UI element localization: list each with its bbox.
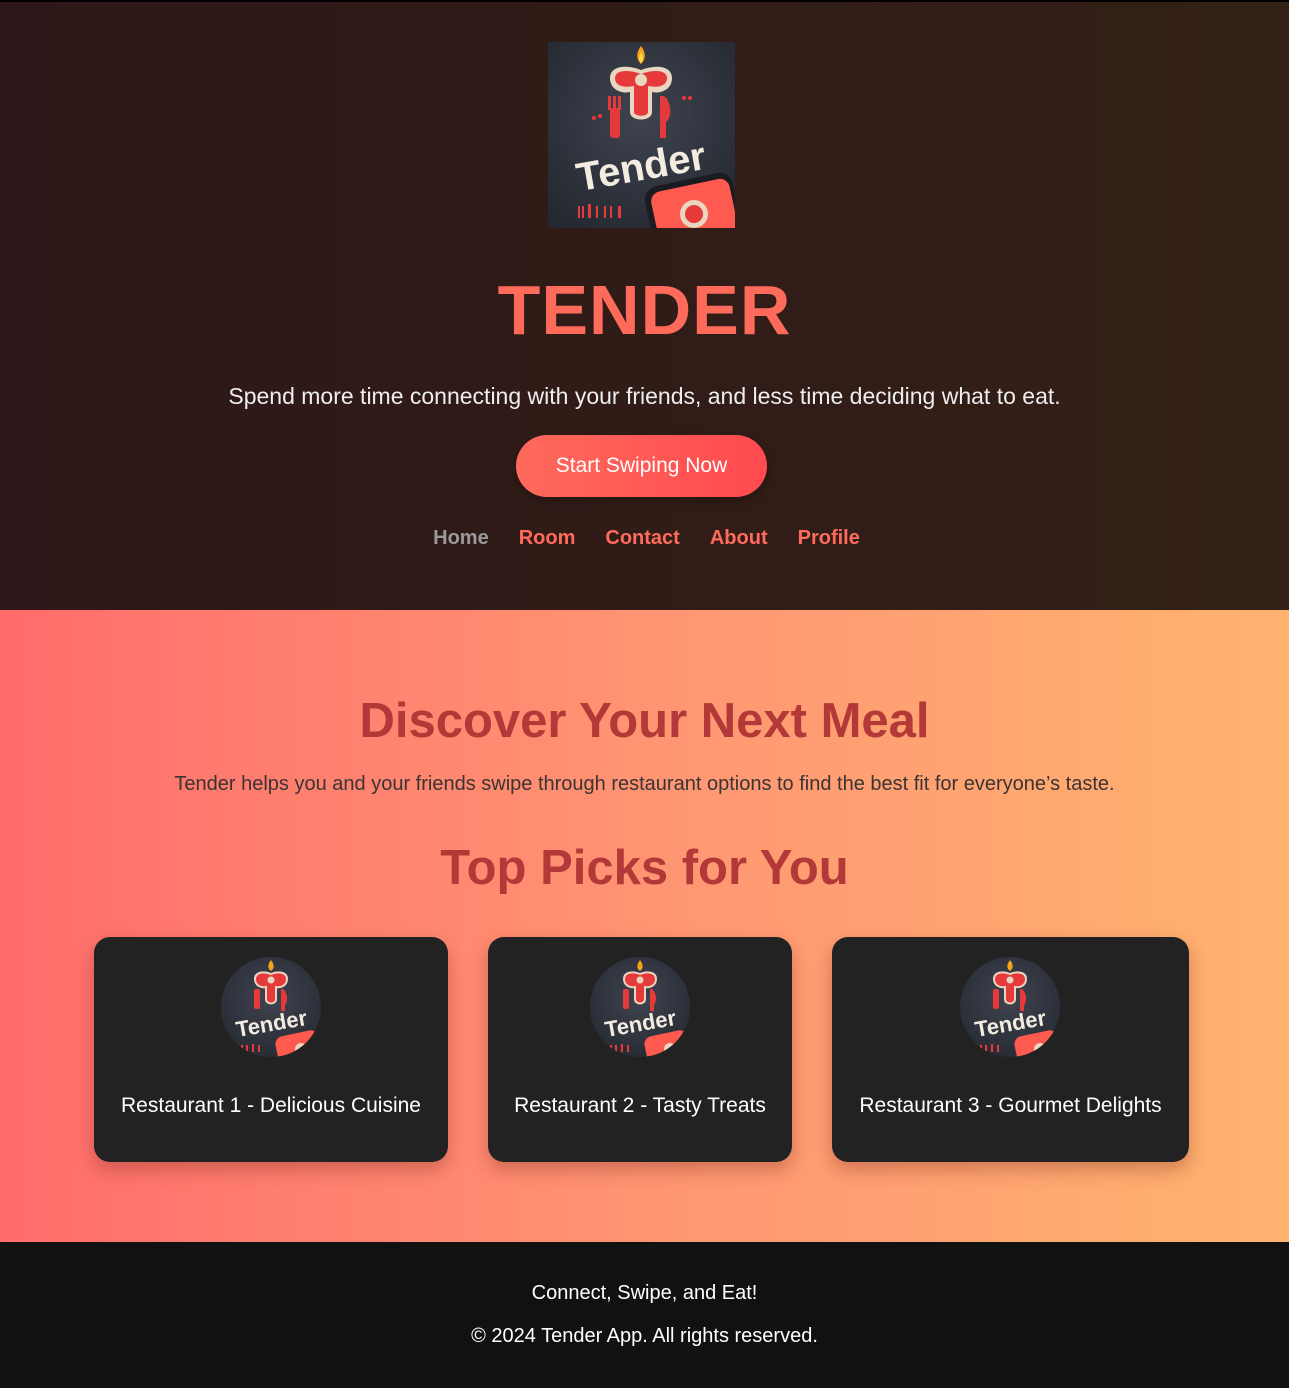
restaurant-logo: Tender (590, 957, 690, 1057)
restaurant-logo: Tender (960, 957, 1060, 1057)
tender-logo-icon: Tender (234, 960, 321, 1057)
nav-about[interactable]: About (710, 527, 768, 550)
restaurant-name: Restaurant 3 - Gourmet Delights (859, 1094, 1162, 1117)
restaurant-name: Restaurant 1 - Delicious Cuisine (121, 1094, 421, 1117)
tender-logo-icon: Tender (573, 46, 735, 228)
restaurant-logo: Tender (221, 957, 321, 1057)
restaurant-name: Restaurant 2 - Tasty Treats (514, 1094, 766, 1117)
footer-slogan: Connect, Swipe, and Eat! (531, 1282, 758, 1304)
tender-logo: Tender (548, 42, 735, 228)
hero-tagline: Spend more time connecting with your fri… (228, 383, 1061, 409)
tender-logo-icon: Tender (973, 960, 1060, 1057)
nav-contact[interactable]: Contact (605, 527, 679, 550)
restaurant-card[interactable]: Tender Restaurant 3 - Gourmet Delights (832, 937, 1189, 1162)
nav-home[interactable]: Home (433, 527, 489, 550)
start-swiping-button[interactable]: Start Swiping Now (516, 435, 767, 497)
footer-copyright: © 2024 Tender App. All rights reserved. (471, 1325, 818, 1347)
nav-room[interactable]: Room (519, 527, 576, 550)
discover-section: Discover Your Next Meal Tender helps you… (0, 610, 1289, 1242)
footer: Connect, Swipe, and Eat! © 2024 Tender A… (0, 1242, 1289, 1388)
discover-title: Discover Your Next Meal (359, 694, 930, 748)
restaurant-card[interactable]: Tender Restaurant 1 - Delicious Cuisine (94, 937, 448, 1162)
app-title: TENDER (497, 271, 792, 349)
tender-logo-icon: Tender (603, 960, 690, 1057)
main-nav: Home Room Contact About Profile (0, 527, 1289, 550)
discover-description: Tender helps you and your friends swipe … (174, 773, 1115, 795)
nav-profile[interactable]: Profile (798, 527, 860, 550)
hero-section: Tender TENDER Spend more time connecting… (0, 2, 1289, 610)
restaurant-card[interactable]: Tender Restaurant 2 - Tasty Treats (488, 937, 792, 1162)
top-picks-title: Top Picks for You (440, 841, 849, 895)
